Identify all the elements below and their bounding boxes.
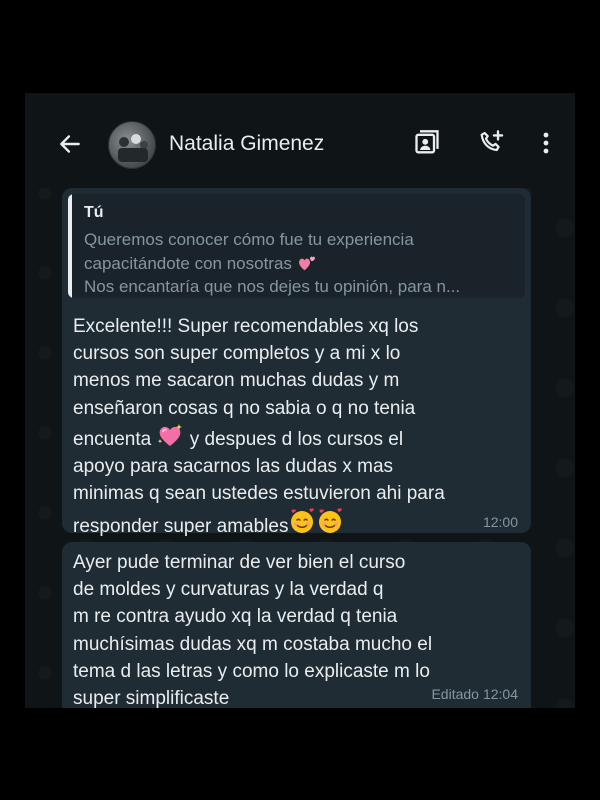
message-bubble[interactable]: Ayer pude terminar de ver bien el curso …	[62, 542, 531, 708]
two-hearts-emoji	[298, 256, 315, 270]
smiling-face-with-hearts-emoji	[319, 508, 343, 534]
chat-header: Natalia Gimenez	[25, 93, 575, 188]
message-time: 12:04	[482, 686, 518, 702]
message-bubble[interactable]: Tú Queremos conocer cómo fue tu experien…	[62, 188, 531, 537]
more-vertical-icon[interactable]	[539, 129, 553, 157]
message-text: Ayer pude terminar de ver bien el curso …	[73, 552, 433, 708]
avatar[interactable]	[108, 121, 156, 169]
quoted-line: Nos encantaría que nos dejes tu opinión,…	[84, 277, 461, 296]
phone-plus-icon[interactable]	[477, 129, 505, 157]
quoted-message[interactable]: Tú Queremos conocer cómo fue tu experien…	[68, 194, 525, 298]
quote-bar	[68, 194, 72, 298]
contact-card-icon[interactable]	[413, 129, 441, 157]
quoted-text: Queremos conocer cómo fue tu experiencia…	[84, 228, 514, 298]
quoted-line: Queremos conocer cómo fue tu experiencia	[84, 230, 414, 249]
message-meta: Editado 12:04	[431, 686, 518, 702]
contact-name[interactable]: Natalia Gimenez	[169, 132, 324, 156]
avatar-photo	[118, 134, 148, 162]
quoted-author: Tú	[84, 204, 104, 221]
edited-label: Editado	[431, 686, 479, 702]
chat-screen: Natalia Gimenez Tú Queremos conocer cómo…	[25, 93, 575, 708]
quoted-line: capacitándote con nosotras	[84, 253, 292, 273]
smiling-face-with-hearts-emoji	[291, 508, 315, 534]
message-time: 12:00	[482, 514, 518, 530]
message-text: Excelente!!! Super recomendables xq los …	[73, 313, 523, 541]
sparkling-heart-emoji	[158, 423, 183, 446]
arrow-left-icon[interactable]	[57, 131, 83, 157]
